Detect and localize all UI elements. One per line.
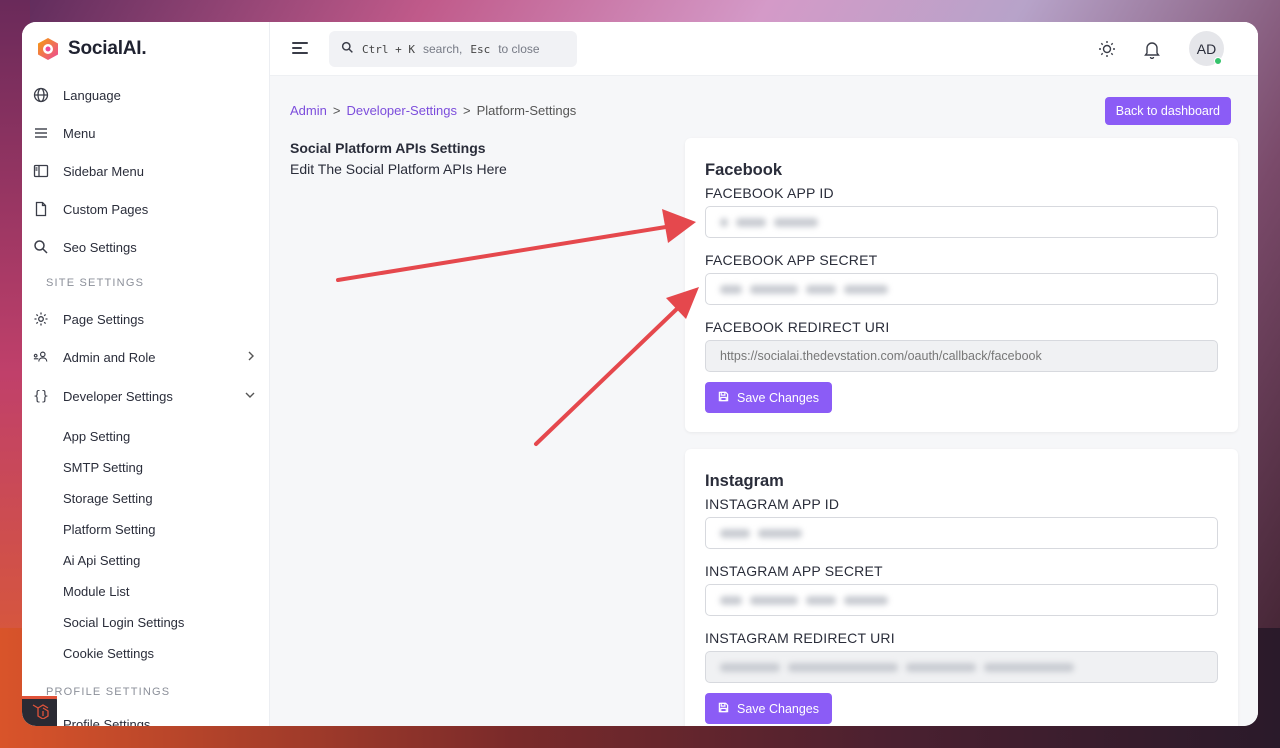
submenu-item-app-setting[interactable]: App Setting	[22, 421, 269, 452]
menu-icon	[33, 125, 49, 141]
globe-icon	[33, 87, 49, 103]
sidebar-item-admin-and-role[interactable]: Admin and Role	[22, 338, 269, 376]
bell-icon[interactable]	[1141, 38, 1163, 60]
online-status-dot	[1214, 57, 1222, 65]
submenu-item-module-list[interactable]: Module List	[22, 576, 269, 607]
search-hint-text: search,	[422, 42, 463, 56]
breadcrumb-separator: >	[332, 103, 341, 118]
avatar-initials: AD	[1196, 40, 1217, 57]
search-shortcut-key: Ctrl + K	[362, 42, 415, 56]
sidebar-item-label: Seo Settings	[63, 239, 137, 255]
page-subtitle: Edit The Social Platform APIs Here	[290, 161, 507, 177]
field-label: FACEBOOK APP SECRET	[705, 252, 878, 268]
settings-intro: Social Platform APIs Settings Edit The S…	[290, 140, 507, 177]
search-icon	[341, 41, 354, 57]
sidebar-item-label: Sidebar Menu	[63, 163, 144, 179]
field-label: INSTAGRAM APP SECRET	[705, 563, 883, 579]
breadcrumb-link-admin[interactable]: Admin	[290, 103, 327, 118]
sidebar-icon	[33, 163, 49, 179]
submenu-item-social-login-settings[interactable]: Social Login Settings	[22, 607, 269, 638]
breadcrumb-link-developer-settings[interactable]: Developer-Settings	[346, 103, 457, 118]
chevron-right-icon	[247, 351, 255, 364]
save-disk-icon	[718, 702, 729, 716]
file-icon	[33, 201, 49, 217]
sidebar-item-label: Language	[63, 87, 121, 103]
sidebar: SocialAI. Language Menu Sidebar Menu Cus…	[22, 22, 270, 726]
facebook-redirect-uri-input[interactable]: https://socialai.thedevstation.com/oauth…	[705, 340, 1218, 372]
facebook-save-button[interactable]: Save Changes	[705, 382, 833, 413]
instagram-app-secret-input[interactable]	[705, 584, 1218, 616]
brand-name: SocialAI.	[68, 38, 147, 59]
section-label-site-settings: SITE SETTINGS	[46, 277, 145, 289]
users-icon	[33, 349, 49, 365]
submenu-item-platform-setting[interactable]: Platform Setting	[22, 514, 269, 545]
save-button-label: Save Changes	[737, 390, 820, 405]
sidebar-item-page-settings[interactable]: Page Settings	[22, 300, 269, 338]
app-window: SocialAI. Language Menu Sidebar Menu Cus…	[22, 22, 1258, 726]
submenu-item-cookie-settings[interactable]: Cookie Settings	[22, 638, 269, 669]
section-label-profile-settings: PROFILE SETTINGS	[46, 686, 171, 698]
breadcrumb: Admin > Developer-Settings > Platform-Se…	[290, 103, 576, 118]
avatar[interactable]: AD	[1189, 31, 1224, 66]
sidebar-item-developer-settings[interactable]: {} Developer Settings	[22, 376, 269, 416]
sidebar-item-label: Custom Pages	[63, 201, 149, 217]
sidebar-item-label: Admin and Role	[63, 349, 156, 365]
sidebar-item-label: Developer Settings	[63, 388, 173, 404]
back-to-dashboard-button[interactable]: Back to dashboard	[1104, 97, 1231, 125]
instagram-app-id-input[interactable]	[705, 517, 1218, 549]
sidebar-item-profile-settings[interactable]: Profile Settings	[22, 709, 269, 726]
laravel-logo-icon[interactable]	[22, 696, 57, 726]
main-content: Ctrl + K search, Esc to close AD Admin >…	[270, 22, 1258, 726]
sidebar-item-language[interactable]: Language	[22, 76, 269, 114]
save-disk-icon	[718, 391, 729, 405]
facebook-settings-card: Facebook FACEBOOK APP ID FACEBOOK APP SE…	[685, 138, 1238, 432]
save-button-label: Save Changes	[737, 701, 820, 716]
facebook-app-secret-input[interactable]	[705, 273, 1218, 305]
brand-logo-icon	[36, 37, 60, 61]
sidebar-nav: Language Menu Sidebar Menu Custom Pages	[22, 76, 269, 266]
card-title: Instagram	[705, 472, 784, 490]
theme-toggle-sun-icon[interactable]	[1096, 38, 1118, 60]
sidebar-item-label: Page Settings	[63, 311, 144, 327]
breadcrumb-separator: >	[463, 103, 471, 118]
search-hint-text: to close	[498, 42, 540, 56]
instagram-redirect-uri-input[interactable]	[705, 651, 1218, 683]
site-settings-nav: Page Settings Admin and Role {} Develope…	[22, 300, 269, 416]
sidebar-item-custom-pages[interactable]: Custom Pages	[22, 190, 269, 228]
field-label: INSTAGRAM REDIRECT URI	[705, 630, 895, 646]
submenu-item-ai-api-setting[interactable]: Ai Api Setting	[22, 545, 269, 576]
topbar: Ctrl + K search, Esc to close AD	[270, 22, 1258, 76]
sidebar-item-menu[interactable]: Menu	[22, 114, 269, 152]
page-title: Social Platform APIs Settings	[290, 140, 486, 156]
chevron-down-icon	[245, 390, 255, 402]
submenu-item-smtp-setting[interactable]: SMTP Setting	[22, 452, 269, 483]
brand[interactable]: SocialAI.	[22, 22, 269, 76]
developer-submenu: App Setting SMTP Setting Storage Setting…	[22, 416, 269, 669]
sidebar-item-seo-settings[interactable]: Seo Settings	[22, 228, 269, 266]
field-label: INSTAGRAM APP ID	[705, 496, 840, 512]
hamburger-menu-icon[interactable]	[292, 42, 308, 56]
gear-icon	[33, 311, 49, 327]
facebook-app-id-input[interactable]	[705, 206, 1218, 238]
field-label: FACEBOOK APP ID	[705, 185, 834, 201]
sidebar-item-label: Menu	[63, 125, 96, 141]
instagram-save-button[interactable]: Save Changes	[705, 693, 833, 724]
instagram-settings-card: Instagram INSTAGRAM APP ID INSTAGRAM APP…	[685, 449, 1238, 726]
search-icon	[33, 239, 49, 255]
code-braces-icon: {}	[33, 388, 49, 404]
card-title: Facebook	[705, 161, 783, 179]
submenu-item-storage-setting[interactable]: Storage Setting	[22, 483, 269, 514]
sidebar-item-sidebar-menu[interactable]: Sidebar Menu	[22, 152, 269, 190]
search-input[interactable]: Ctrl + K search, Esc to close	[329, 31, 577, 67]
search-escape-key: Esc	[470, 42, 491, 56]
field-label: FACEBOOK REDIRECT URI	[705, 319, 890, 335]
breadcrumb-current: Platform-Settings	[476, 103, 577, 118]
